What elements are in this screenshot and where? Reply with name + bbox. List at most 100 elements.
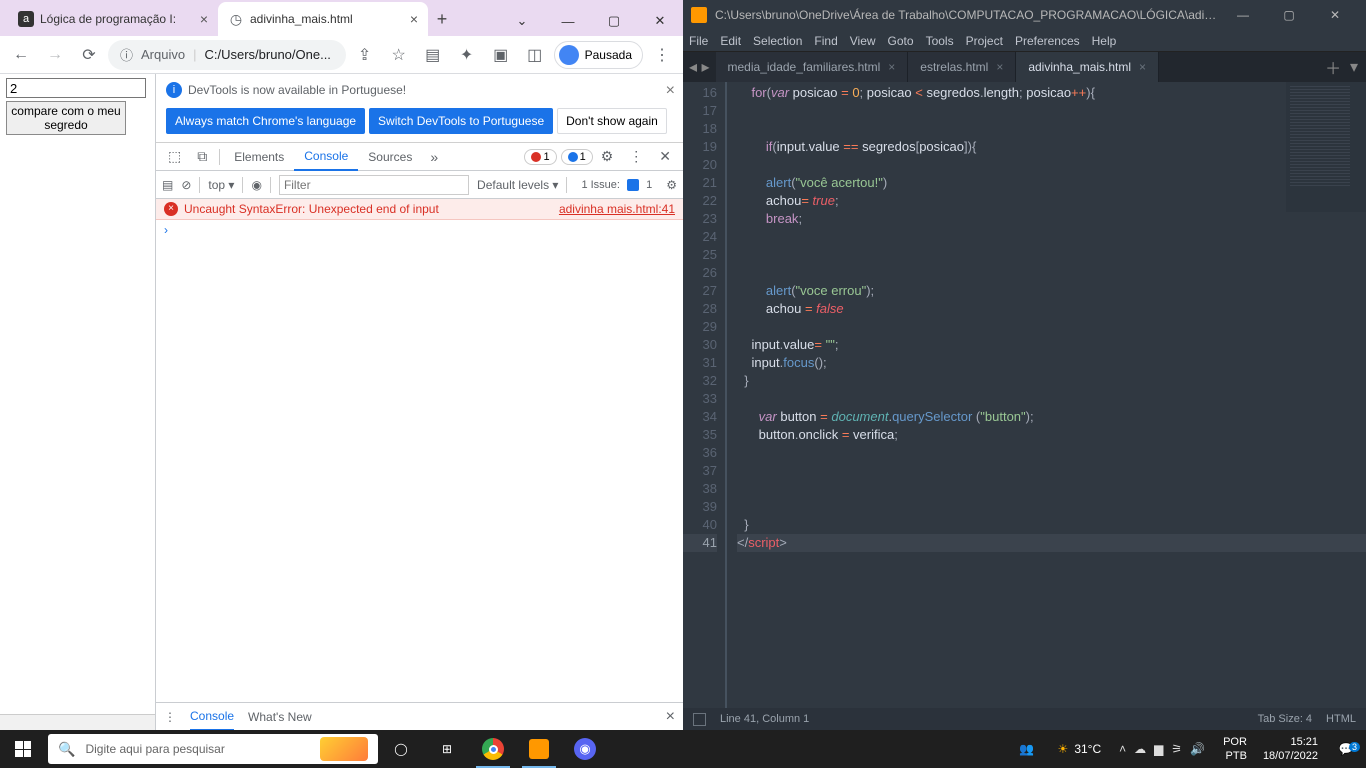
taskbar-clock[interactable]: 15:2118/07/2022 [1255,735,1326,763]
taskbar-app-sublime[interactable] [516,730,562,768]
console-settings-icon[interactable]: ⚙ [666,178,677,192]
code-editor[interactable]: for(var posicao = 0; posicao < segredos.… [727,82,1366,708]
forward-button[interactable]: → [40,40,70,70]
close-devtools-icon[interactable]: ✕ [651,143,679,171]
device-toggle-icon[interactable]: ⧉ [189,143,215,171]
menu-file[interactable]: File [689,34,708,48]
console-prompt[interactable]: › [156,220,683,240]
omnibox[interactable]: ⓘ Arquivo | C:/Users/bruno/One... [108,40,346,70]
chrome-tab-1[interactable]: ◷ adivinha_mais.html × [218,2,428,36]
tab-elements[interactable]: Elements [224,143,294,171]
tab-dropdown-icon[interactable]: ▾ [1350,57,1358,77]
maximize-button[interactable]: ▢ [591,6,637,36]
menu-edit[interactable]: Edit [720,34,741,48]
minimap[interactable] [1286,82,1366,212]
sublime-tab-1[interactable]: estrelas.html× [908,52,1016,82]
start-button[interactable] [0,730,46,768]
inspect-icon[interactable]: ⬚ [160,143,189,171]
panel-switcher-icon[interactable] [693,713,706,726]
dont-show-button[interactable]: Don't show again [557,108,667,134]
console-filter-input[interactable] [279,175,469,195]
share-icon[interactable]: ⇪ [350,40,380,70]
battery-icon[interactable]: ▆ [1154,742,1163,756]
menu-find[interactable]: Find [814,34,837,48]
taskbar-weather[interactable]: ☀ 31°C [1050,742,1110,756]
tab-size-selector[interactable]: Tab Size: 4 [1258,713,1312,725]
close-icon[interactable]: × [1139,60,1146,74]
onedrive-icon[interactable]: ☁ [1134,742,1146,756]
kebab-icon[interactable]: ⋮ [621,143,651,171]
tab-sources[interactable]: Sources [358,143,422,171]
close-icon[interactable]: × [410,11,418,27]
close-icon[interactable]: × [200,11,208,27]
chrome-menu-button[interactable]: ⋮ [647,40,677,70]
close-window-button[interactable]: ✕ [1312,0,1358,30]
issues-badge[interactable]: 1 Issue: 1 [575,178,658,192]
reload-button[interactable]: ⟳ [74,40,104,70]
error-count-badge[interactable]: 1 [524,149,556,165]
reading-list-icon[interactable]: ▤ [418,40,448,70]
menu-preferences[interactable]: Preferences [1015,34,1080,48]
levels-selector[interactable]: Default levels ▾ [477,178,558,192]
console-error-row[interactable]: × Uncaught SyntaxError: Unexpected end o… [156,199,683,220]
more-tabs-icon[interactable]: » [422,143,446,171]
sidebar-toggle-icon[interactable]: ▤ [162,178,173,192]
close-icon[interactable]: × [666,82,675,100]
live-expression-icon[interactable]: ◉ [251,178,261,192]
taskbar-language[interactable]: PORPTB [1215,735,1255,763]
menu-help[interactable]: Help [1092,34,1117,48]
minimize-button[interactable]: — [545,6,591,36]
side-panel-icon[interactable]: ◫ [520,40,550,70]
minimize-button[interactable]: — [1220,0,1266,30]
cursor-position[interactable]: Line 41, Column 1 [720,713,809,725]
message-count-badge[interactable]: 1 [561,149,593,165]
tab-history-nav[interactable]: ◂ ▸ [683,52,716,82]
taskbar-app-chrome[interactable] [470,730,516,768]
devtools-panel: i DevTools is now available in Portugues… [155,74,683,730]
action-center-button[interactable]: 💬3 [1326,742,1366,756]
error-source-link[interactable]: adivinha mais.html:41 [559,202,675,216]
cast-icon[interactable]: ▣ [486,40,516,70]
menu-tools[interactable]: Tools [926,34,954,48]
sublime-tab-0[interactable]: media_idade_familiares.html× [716,52,909,82]
horizontal-scrollbar[interactable] [0,714,155,730]
volume-icon[interactable]: 🔊 [1190,742,1205,756]
settings-icon[interactable]: ⚙ [593,143,622,171]
menu-selection[interactable]: Selection [753,34,802,48]
menu-goto[interactable]: Goto [888,34,914,48]
profile-chip[interactable]: Pausada [554,41,643,69]
compare-button[interactable]: compare com o meu segredo [6,101,126,135]
syntax-selector[interactable]: HTML [1326,713,1356,725]
taskbar-search[interactable]: 🔍 Digite aqui para pesquisar [48,734,378,764]
close-window-button[interactable]: ✕ [637,6,683,36]
sublime-tab-2[interactable]: adivinha_mais.html× [1016,52,1159,82]
back-button[interactable]: ← [6,40,36,70]
taskbar-app-cortana[interactable]: ⊞ [424,730,470,768]
maximize-button[interactable]: ▢ [1266,0,1312,30]
tray-overflow-icon[interactable]: ˄ [1119,742,1126,756]
always-match-button[interactable]: Always match Chrome's language [166,108,365,134]
new-tab-icon[interactable]: ＋ [1325,55,1341,79]
guess-input[interactable] [6,78,146,98]
clear-console-icon[interactable]: ⊘ [181,178,191,192]
tab-console[interactable]: Console [294,143,358,171]
meet-now-icon[interactable]: 👥 [1004,730,1050,768]
chrome-tab-0[interactable]: a Lógica de programação I: × [8,2,218,36]
task-view-button[interactable]: ◯ [378,730,424,768]
taskbar-app-discord[interactable]: ◉ [562,730,608,768]
caret-down-icon[interactable]: ⌄ [499,6,545,36]
switch-language-button[interactable]: Switch DevTools to Portuguese [369,108,553,134]
drawer-tab-console[interactable]: Console [190,703,234,731]
drawer-tab-whatsnew[interactable]: What's New [248,710,312,724]
close-drawer-icon[interactable]: × [666,708,675,726]
extensions-icon[interactable]: ✦ [452,40,482,70]
kebab-icon[interactable]: ⋮ [164,710,176,724]
menu-project[interactable]: Project [966,34,1003,48]
bookmark-icon[interactable]: ☆ [384,40,414,70]
wifi-icon[interactable]: ⚞ [1171,742,1182,756]
new-tab-button[interactable]: + [428,2,456,36]
close-icon[interactable]: × [888,60,895,74]
menu-view[interactable]: View [850,34,876,48]
context-selector[interactable]: top ▾ [208,178,234,192]
close-icon[interactable]: × [996,60,1003,74]
